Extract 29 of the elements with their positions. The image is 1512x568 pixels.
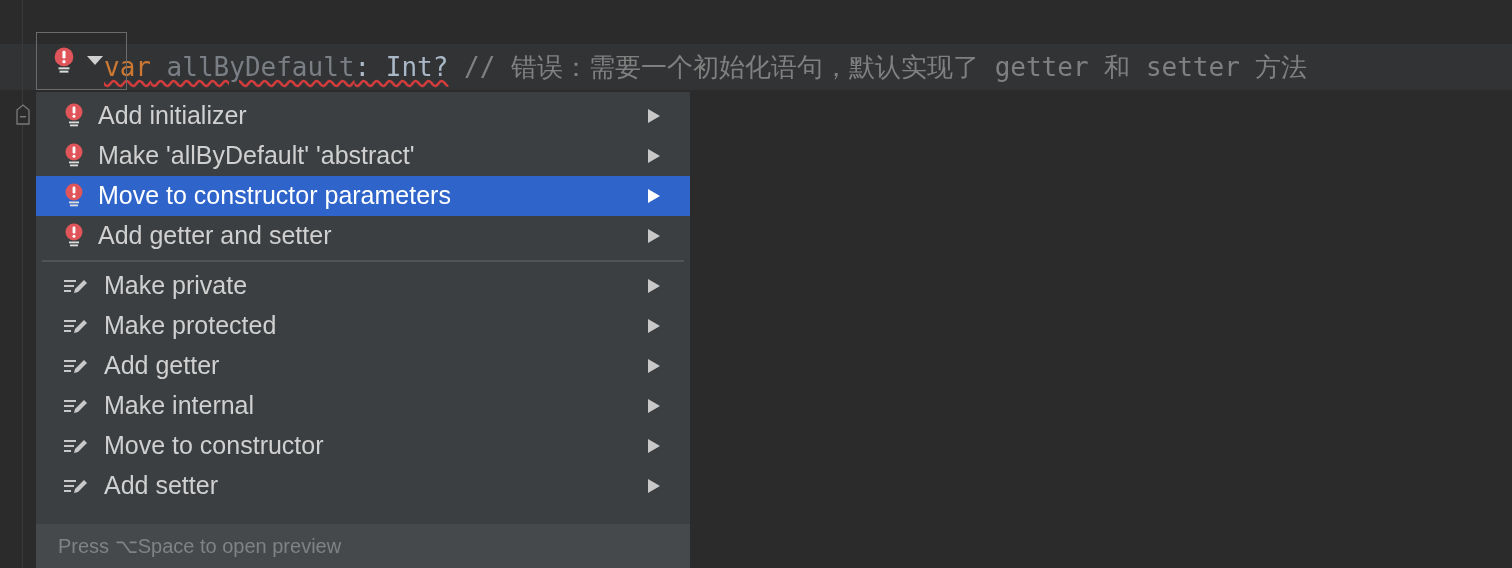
dropdown-caret-icon bbox=[87, 56, 103, 66]
submenu-arrow-icon bbox=[648, 279, 660, 293]
menu-item[interactable]: Add getter and setter bbox=[36, 216, 690, 256]
error-bulb-icon bbox=[64, 143, 84, 169]
submenu-arrow-icon bbox=[648, 359, 660, 373]
fold-marker-icon[interactable] bbox=[15, 104, 31, 126]
submenu-arrow-icon bbox=[648, 319, 660, 333]
submenu-arrow-icon bbox=[648, 439, 660, 453]
submenu-arrow-icon bbox=[648, 229, 660, 243]
menu-item[interactable]: Make private bbox=[36, 266, 690, 306]
submenu-arrow-icon bbox=[648, 189, 660, 203]
error-bulb-icon bbox=[53, 46, 75, 76]
code-line: var allByDefault: Int? // 错误：需要一个初始化语句，默认实现了 getter 和 setter 方法 bbox=[104, 50, 1308, 84]
footer-hint: Press ⌥Space to open preview bbox=[58, 534, 342, 559]
error-bulb-icon bbox=[64, 183, 84, 209]
error-bulb-icon bbox=[64, 103, 84, 129]
menu-item[interactable]: Add getter bbox=[36, 346, 690, 386]
menu-item[interactable]: Add setter bbox=[36, 466, 690, 506]
submenu-arrow-icon bbox=[648, 399, 660, 413]
error-bulb-icon bbox=[64, 223, 84, 249]
submenu-arrow-icon bbox=[648, 149, 660, 163]
submenu-arrow-icon bbox=[648, 109, 660, 123]
menu-item[interactable]: Make internal bbox=[36, 386, 690, 426]
menu-item[interactable]: Add initializer bbox=[36, 96, 690, 136]
menu-item[interactable]: Make protected bbox=[36, 306, 690, 346]
menu-item[interactable]: Make 'allByDefault' 'abstract' bbox=[36, 136, 690, 176]
menu-item[interactable]: Move to constructor bbox=[36, 426, 690, 466]
menu-item[interactable]: Move to constructor parameters bbox=[36, 176, 690, 216]
submenu-arrow-icon bbox=[648, 479, 660, 493]
